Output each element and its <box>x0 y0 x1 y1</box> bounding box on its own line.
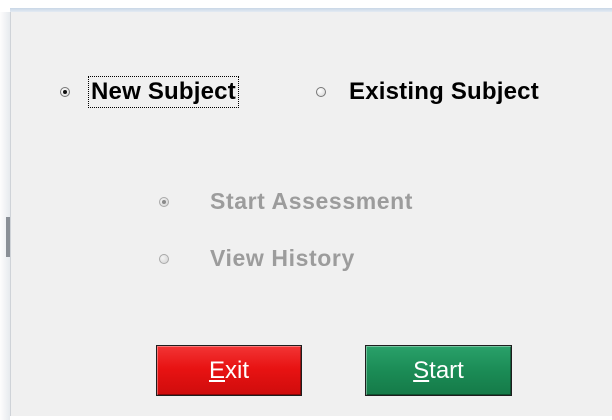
window-left-border <box>0 12 10 420</box>
start-assessment-label[interactable]: Start Assessment <box>210 188 413 215</box>
radio-checked-icon[interactable] <box>60 87 70 97</box>
dialog-window: New Subject Existing Subject Start Asses… <box>0 0 612 420</box>
view-history-label[interactable]: View History <box>210 245 355 272</box>
start-assessment-radio[interactable]: Start Assessment <box>159 188 413 215</box>
start-mnemonic: S <box>413 356 430 384</box>
exit-label: xit <box>225 356 249 384</box>
radio-checked-disabled-icon[interactable] <box>159 196 169 207</box>
content-panel: New Subject Existing Subject Start Asses… <box>10 12 612 416</box>
view-history-radio[interactable]: View History <box>159 245 355 272</box>
start-label: tart <box>429 356 464 384</box>
existing-subject-label[interactable]: Existing Subject <box>349 78 539 106</box>
radio-unchecked-icon[interactable] <box>316 87 326 97</box>
new-subject-radio[interactable]: New Subject <box>60 76 239 108</box>
exit-mnemonic: E <box>208 356 225 384</box>
start-button[interactable]: Start <box>365 345 512 396</box>
exit-button[interactable]: Exit <box>156 345 302 396</box>
new-subject-label[interactable]: New Subject <box>88 76 239 108</box>
radio-unchecked-disabled-icon[interactable] <box>159 253 169 264</box>
existing-subject-radio[interactable]: Existing Subject <box>316 78 539 106</box>
